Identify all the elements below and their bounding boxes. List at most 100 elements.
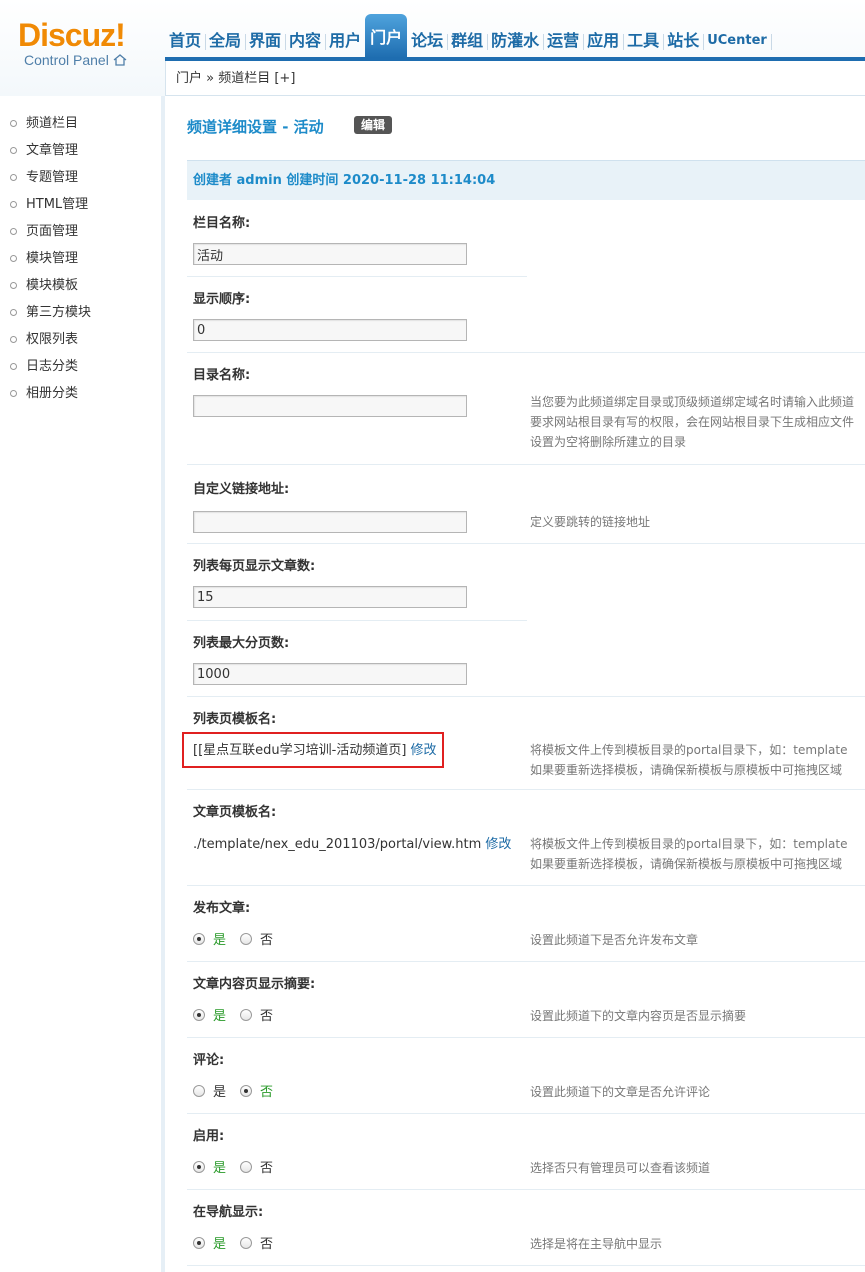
nav-item-safe[interactable]: 防灌水 bbox=[487, 24, 545, 58]
sidebar: 频道栏目 文章管理 专题管理 HTML管理 页面管理 模块管理 模块模板 第三方… bbox=[0, 96, 165, 1272]
row-divider bbox=[187, 885, 865, 886]
bullet-icon bbox=[10, 282, 17, 289]
bullet-icon bbox=[10, 201, 17, 208]
nav-item-user[interactable]: 用户 bbox=[325, 24, 365, 58]
nav-item-app[interactable]: 应用 bbox=[583, 24, 625, 58]
nav-item-style[interactable]: 界面 bbox=[245, 24, 287, 58]
list-template-label: 列表页模板名: bbox=[193, 712, 277, 727]
home-icon[interactable] bbox=[113, 54, 127, 66]
highlight-box bbox=[182, 732, 444, 768]
dir-label: 目录名称: bbox=[193, 368, 251, 383]
order-input[interactable] bbox=[193, 319, 467, 341]
edit-badge[interactable]: 编辑 bbox=[354, 116, 393, 134]
summary-tip: 设置此频道下的文章内容页是否显示摘要 bbox=[530, 1009, 747, 1023]
dir-input[interactable] bbox=[193, 395, 467, 417]
max-pages-label: 列表最大分页数: bbox=[193, 636, 290, 651]
row-divider bbox=[187, 1037, 865, 1038]
comment-no-radio[interactable] bbox=[240, 1084, 253, 1097]
sidebar-item-html[interactable]: HTML管理 bbox=[10, 191, 161, 218]
enable-no-radio[interactable] bbox=[240, 1160, 253, 1173]
order-label: 显示顺序: bbox=[193, 292, 251, 307]
logo-subtitle: Control Panel bbox=[24, 52, 109, 68]
nav-item-ucenter[interactable]: UCenter bbox=[703, 24, 772, 58]
nav-item-group[interactable]: 群组 bbox=[447, 24, 489, 58]
row-divider bbox=[187, 352, 865, 353]
shownav-tip: 选择是将在主导航中显示 bbox=[530, 1237, 663, 1251]
main-content: 频道详细设置 - 活动 编辑 创建者 admin 创建时间 2020-11-28… bbox=[169, 96, 865, 1272]
nav-item-founder[interactable]: 站长 bbox=[663, 24, 705, 58]
summary-no-radio[interactable] bbox=[240, 1008, 253, 1021]
sidebar-item-pages[interactable]: 页面管理 bbox=[10, 218, 161, 245]
sidebar-item-category[interactable]: 频道栏目 bbox=[10, 110, 161, 137]
per-page-label: 列表每页显示文章数: bbox=[193, 559, 316, 574]
comment-label: 评论: bbox=[193, 1053, 225, 1068]
row-divider bbox=[187, 543, 865, 544]
publish-yes-radio[interactable] bbox=[193, 932, 205, 945]
max-pages-input[interactable] bbox=[193, 663, 467, 685]
comment-yes-radio[interactable] bbox=[193, 1084, 205, 1097]
shownav-label: 在导航显示: bbox=[193, 1205, 264, 1220]
row-divider bbox=[187, 464, 865, 465]
bullet-icon bbox=[10, 255, 17, 262]
row-divider bbox=[187, 620, 527, 621]
publish-no-radio[interactable] bbox=[240, 932, 253, 945]
comment-tip: 设置此频道下的文章是否允许评论 bbox=[530, 1085, 711, 1099]
discuz-logo[interactable]: Discuz! Control Panel bbox=[18, 18, 148, 76]
name-input[interactable] bbox=[193, 243, 467, 265]
view-template-modify-link[interactable]: 修改 bbox=[485, 837, 511, 852]
top-nav: 首页 全局 界面 内容 用户 门户 论坛 群组 防灌水 运营 应用 工具 站长 … bbox=[165, 14, 865, 58]
nav-item-operation[interactable]: 运营 bbox=[543, 24, 585, 58]
view-template-label: 文章页模板名: bbox=[193, 805, 277, 820]
sidebar-item-album-category[interactable]: 相册分类 bbox=[10, 380, 161, 407]
bullet-icon bbox=[10, 390, 17, 397]
bullet-icon bbox=[10, 228, 17, 235]
sidebar-item-permissions[interactable]: 权限列表 bbox=[10, 326, 161, 353]
url-input[interactable] bbox=[193, 511, 467, 533]
bullet-icon bbox=[10, 174, 17, 181]
row-divider bbox=[187, 276, 527, 277]
dir-tip: 当您要为此频道绑定目录或顶级频道绑定域名时请输入此频道 要求网站根目录有写的权限… bbox=[530, 395, 855, 449]
breadcrumb: 门户 » 频道栏目 [+] bbox=[165, 61, 865, 96]
summary-label: 文章内容页显示摘要: bbox=[193, 977, 316, 992]
publish-tip: 设置此频道下是否允许发布文章 bbox=[530, 933, 699, 947]
bullet-icon bbox=[10, 336, 17, 343]
sidebar-item-blocks[interactable]: 模块管理 bbox=[10, 245, 161, 272]
nav-item-global[interactable]: 全局 bbox=[205, 24, 247, 58]
nav-item-portal[interactable]: 门户 bbox=[365, 14, 408, 58]
sidebar-item-blog-category[interactable]: 日志分类 bbox=[10, 353, 161, 380]
nav-item-tools[interactable]: 工具 bbox=[623, 24, 665, 58]
shownav-yes-radio[interactable] bbox=[193, 1236, 205, 1249]
sidebar-item-block-templates[interactable]: 模块模板 bbox=[10, 272, 161, 299]
bullet-icon bbox=[10, 147, 17, 154]
row-divider bbox=[187, 789, 865, 790]
per-page-input[interactable] bbox=[193, 586, 467, 608]
row-divider bbox=[187, 1189, 865, 1190]
nav-item-forum[interactable]: 论坛 bbox=[407, 24, 449, 58]
row-divider bbox=[187, 1113, 865, 1114]
sidebar-item-topics[interactable]: 专题管理 bbox=[10, 164, 161, 191]
logo-text: Discuz! bbox=[18, 17, 126, 53]
row-divider bbox=[187, 696, 865, 697]
row-divider bbox=[187, 961, 865, 962]
url-tip: 定义要跳转的链接地址 bbox=[530, 515, 651, 529]
nav-item-home[interactable]: 首页 bbox=[165, 24, 207, 58]
shownav-no-radio[interactable] bbox=[240, 1236, 253, 1249]
view-template-tip: 将模板文件上传到模板目录的portal目录下，如：template 如果要重新选… bbox=[530, 837, 848, 871]
enable-label: 启用: bbox=[193, 1129, 225, 1144]
bullet-icon bbox=[10, 363, 17, 370]
bullet-icon bbox=[10, 309, 17, 316]
publish-label: 发布文章: bbox=[193, 901, 251, 916]
summary-yes-radio[interactable] bbox=[193, 1008, 205, 1021]
url-label: 自定义链接地址: bbox=[193, 482, 290, 497]
enable-yes-radio[interactable] bbox=[193, 1160, 205, 1173]
list-template-tip: 将模板文件上传到模板目录的portal目录下，如：template 如果要重新选… bbox=[530, 743, 848, 777]
enable-tip: 选择否只有管理员可以查看该频道 bbox=[530, 1161, 711, 1175]
row-divider bbox=[187, 1265, 865, 1266]
page-title: 频道详细设置 - 活动 bbox=[187, 118, 324, 136]
sidebar-item-articles[interactable]: 文章管理 bbox=[10, 137, 161, 164]
nav-item-content[interactable]: 内容 bbox=[285, 24, 327, 58]
view-template-value: ./template/nex_edu_201103/portal/view.ht… bbox=[193, 837, 482, 852]
sidebar-item-third-party[interactable]: 第三方模块 bbox=[10, 299, 161, 326]
bullet-icon bbox=[10, 120, 17, 127]
header: Discuz! Control Panel 首页 全局 界面 内容 用户 门户 … bbox=[0, 0, 865, 96]
